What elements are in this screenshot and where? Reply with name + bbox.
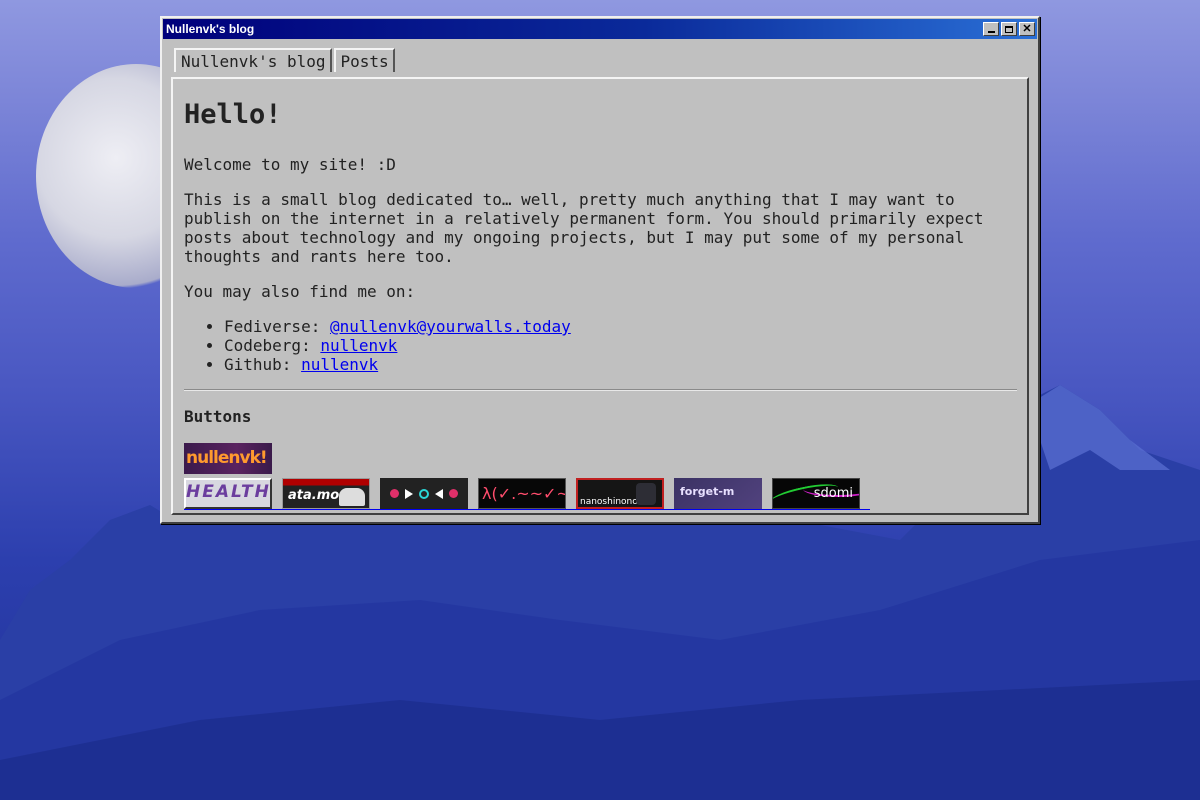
- fediverse-label: Fediverse:: [224, 317, 321, 336]
- sdomi-text: sdomi: [813, 486, 853, 501]
- badge-link-nano[interactable]: nanoshinono.me: [576, 478, 674, 510]
- own-badge-row: nullenvk!: [184, 443, 1017, 474]
- badge-link-dots[interactable]: [380, 478, 478, 510]
- social-links-list: Fediverse: @nullenvk@yourwalls.today Cod…: [184, 317, 1017, 374]
- find-me-text: You may also find me on:: [184, 282, 416, 301]
- health-badge: HEALTH: [184, 478, 272, 509]
- badge-link-sdomi[interactable]: sdomi: [772, 478, 870, 510]
- window-title: Nullenvk's blog: [166, 22, 255, 36]
- nullenvk-badge[interactable]: nullenvk!: [184, 443, 272, 474]
- buttons-heading: Buttons: [184, 407, 252, 426]
- dot-icon: [449, 489, 458, 498]
- cat-girl-icon: [636, 483, 656, 505]
- minimize-button[interactable]: [983, 22, 999, 36]
- ata-moe-badge: ata.moe: [282, 478, 370, 509]
- close-button[interactable]: ✕: [1019, 22, 1035, 36]
- badge-link-lambda[interactable]: λ(✓.~~✓~)✓≡ω: [478, 478, 576, 510]
- back-icon: [435, 488, 443, 499]
- page-title: Hello!: [184, 99, 282, 130]
- list-item-codeberg: Codeberg: nullenvk: [224, 336, 1017, 355]
- fediverse-link[interactable]: @nullenvk@yourwalls.today: [330, 317, 571, 336]
- play-icon: [405, 488, 413, 499]
- intro-text: Welcome to my site! :D: [184, 155, 396, 174]
- github-label: Github:: [224, 355, 292, 374]
- codeberg-label: Codeberg:: [224, 336, 311, 355]
- list-item-fediverse: Fediverse: @nullenvk@yourwalls.today: [224, 317, 1017, 336]
- anime-face-icon: [339, 488, 365, 506]
- github-link[interactable]: nullenvk: [301, 355, 378, 374]
- blog-window: Nullenvk's blog ✕ Nullenvk's blog Posts …: [160, 16, 1040, 524]
- window-titlebar[interactable]: Nullenvk's blog ✕: [163, 19, 1037, 39]
- list-item-github: Github: nullenvk: [224, 355, 1017, 374]
- close-icon: ✕: [1022, 22, 1032, 35]
- badge-link-health[interactable]: HEALTH: [184, 478, 282, 510]
- dots-badge: [380, 478, 468, 509]
- divider: [184, 389, 1017, 391]
- tab-posts[interactable]: Posts: [333, 48, 395, 72]
- friend-badges-row: HEALTH ata.moe λ(✓.~~✓~)✓≡ω nanoshinono.…: [184, 478, 1017, 510]
- forget-m-badge: forget-m: [674, 478, 762, 509]
- lambda-badge: λ(✓.~~✓~)✓≡ω: [478, 478, 566, 509]
- minimize-icon: [987, 31, 995, 33]
- codeberg-link[interactable]: nullenvk: [320, 336, 397, 355]
- ring-icon: [419, 488, 429, 499]
- dot-icon: [390, 489, 399, 498]
- content-panel: Hello! Welcome to my site! :D This is a …: [171, 77, 1029, 515]
- sdomi-badge: sdomi: [772, 478, 860, 509]
- nanoshinono-badge: nanoshinono.me: [576, 478, 664, 509]
- maximize-icon: [1005, 25, 1013, 33]
- badge-link-ata[interactable]: ata.moe: [282, 478, 380, 510]
- tab-bar: Nullenvk's blog Posts: [174, 48, 395, 72]
- badge-link-forget[interactable]: forget-m: [674, 478, 772, 510]
- description-text: This is a small blog dedicated to… well,…: [184, 190, 984, 266]
- maximize-button[interactable]: [1001, 22, 1017, 36]
- tab-blog[interactable]: Nullenvk's blog: [174, 48, 332, 72]
